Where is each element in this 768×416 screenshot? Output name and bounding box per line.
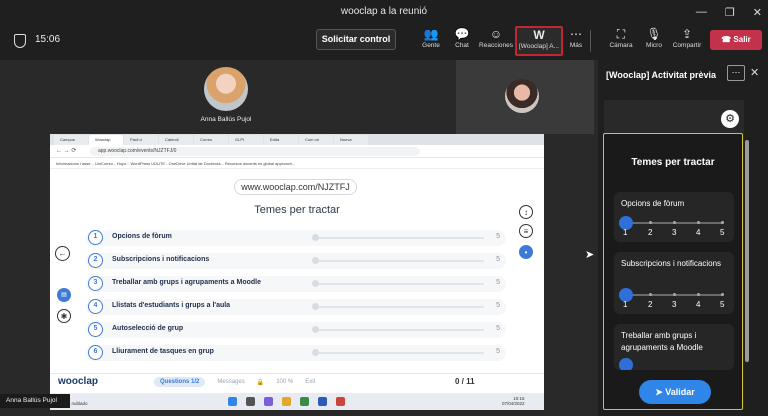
mouse-cursor-icon: ➤ [585, 249, 595, 261]
event-code: www.wooclap.com/NJZTFJ [234, 179, 357, 195]
info-icon: ↕ [519, 205, 533, 219]
chat-button[interactable]: 💬 Chat [451, 27, 473, 55]
meeting-timer: 15:06 [35, 34, 61, 45]
more-icon: ⋯ [570, 27, 582, 41]
send-icon: ➤ [655, 387, 666, 397]
mic-icon: 🎙 [646, 27, 662, 41]
maximize-button[interactable]: ❐ [725, 6, 735, 19]
zoom-level: 100 % [276, 379, 294, 385]
rating-slider[interactable] [619, 358, 633, 370]
chrome-icon [336, 397, 345, 406]
back-arrow-icon: ← [55, 246, 70, 261]
validate-button[interactable]: ➤ Validar [639, 380, 711, 404]
browser-tab: Correu [194, 135, 228, 145]
browser-tab: Nueva [334, 135, 368, 145]
minimize-button[interactable]: — [696, 6, 707, 18]
panel-close-button[interactable]: ✕ [750, 66, 759, 79]
vote-item: Treballar amb grups i agrupaments a Mood… [614, 324, 734, 370]
shared-screen: Campus Wooclap Fàcil d Calendi Correu GL… [50, 134, 544, 410]
ranking-icon: ▤ [57, 288, 71, 302]
lock-icon: 🔒 [256, 379, 265, 386]
wooclap-app-button[interactable]: W [Wooclap] A... [515, 26, 563, 56]
share-icon: ⇪ [681, 27, 693, 41]
list-icon: ≡ [519, 224, 533, 238]
share-button[interactable]: ⇪ Compartir [670, 27, 704, 55]
list-item: 3 Treballar amb grups i agrupaments a Mo… [86, 276, 506, 292]
list-item: 6 Lliurament de tasques en grup 5 [86, 345, 506, 361]
windows-taskbar: 7°C Majorm. nublado 10:16 07/04/2022 [50, 393, 544, 410]
question-title: Temes per tractar [254, 204, 340, 216]
questions-tab: Questions 1/2 [154, 377, 206, 387]
gear-icon[interactable]: ⚙ [721, 110, 739, 128]
vote-item: Subscripcions i notificacions 1 2 3 4 5 [614, 252, 734, 314]
self-avatar [505, 79, 539, 113]
people-button[interactable]: 👥 Gente [418, 27, 444, 55]
close-button[interactable]: ✕ [753, 6, 762, 19]
excel-icon [300, 397, 309, 406]
bookmarks-bar: Informacions i asse... UniCorreo - Hoyo.… [50, 159, 544, 169]
panel-more-button[interactable]: ⋯ [727, 65, 745, 81]
vote-item: Opcions de fòrum 1 2 3 4 5 [614, 192, 734, 242]
window-title: wooclap a la reunió [0, 0, 768, 24]
question-counter: 0 / 11 [455, 377, 475, 386]
search-icon [246, 397, 255, 406]
camera-button[interactable]: ⛶ Cámara [606, 27, 636, 55]
speaker-avatar [204, 67, 248, 111]
vote-title: Temes per tractar [631, 157, 715, 168]
list-item: 4 Llistats d'estudiants i grups a l'aula… [86, 299, 506, 315]
participant-icon: • [519, 245, 533, 259]
request-control-button[interactable]: Solicitar control [316, 29, 396, 50]
mic-button[interactable]: 🎙 Micro [642, 27, 666, 55]
browser-url: app.wooclap.com/events/NJZTFJ/0 [90, 147, 420, 156]
browser-tab: Calendi [159, 135, 193, 145]
chat-icon: 💬 [454, 27, 470, 41]
window-controls: — ❐ ✕ [696, 0, 762, 24]
browser-tab-strip: Campus Wooclap Fàcil d Calendi Correu GL… [50, 134, 544, 145]
taskbar-clock: 10:16 07/04/2022 [502, 396, 525, 406]
settings-icon: ✱ [57, 309, 71, 323]
folder-icon [282, 397, 291, 406]
browser-tab: Fàcil d [124, 135, 158, 145]
people-icon: 👥 [423, 27, 439, 41]
more-button[interactable]: ⋯ Más [566, 27, 586, 55]
browser-tab: Campus [54, 135, 88, 145]
wooclap-controls: Questions 1/2 Messages 🔒 100 % Exit [154, 377, 315, 387]
browser-tab: Com ori [299, 135, 333, 145]
nav-arrows-icon: ← → ⟳ [56, 148, 77, 154]
presenter-name: Anna Ballús Pujol [0, 394, 70, 408]
teams-icon [264, 397, 273, 406]
camera-off-icon: ⛶ [616, 27, 626, 41]
windows-start-icon [228, 397, 237, 406]
list-item: 2 Subscripcions i notificacions 5 [86, 253, 506, 269]
reactions-button[interactable]: ☺ Reacciones [478, 27, 514, 55]
messages-tab: Messages [217, 379, 245, 385]
browser-tab-active: Wooclap [89, 135, 123, 145]
wooclap-logo: wooclap [58, 376, 99, 387]
speaker-name: Anna Ballús Pujol [200, 116, 252, 123]
shield-icon [14, 34, 26, 48]
phone-icon: ☎ [721, 35, 734, 44]
browser-tab: Edita [264, 135, 298, 145]
list-item: 1 Opcions de fòrum 5 [86, 230, 506, 246]
wooclap-icon: W [533, 28, 545, 42]
word-icon [318, 397, 327, 406]
list-item: 5 Autoselecció de grup 5 [86, 322, 506, 338]
panel-title: [Wooclap] Activitat prèvia [606, 70, 717, 80]
browser-tab: GLPI [229, 135, 263, 145]
toolbar-divider [590, 30, 591, 52]
leave-button[interactable]: ☎ Salir [710, 30, 762, 50]
reactions-icon: ☺ [489, 27, 503, 41]
exit-button: Exit [305, 379, 316, 385]
panel-scrollbar[interactable] [745, 140, 749, 362]
